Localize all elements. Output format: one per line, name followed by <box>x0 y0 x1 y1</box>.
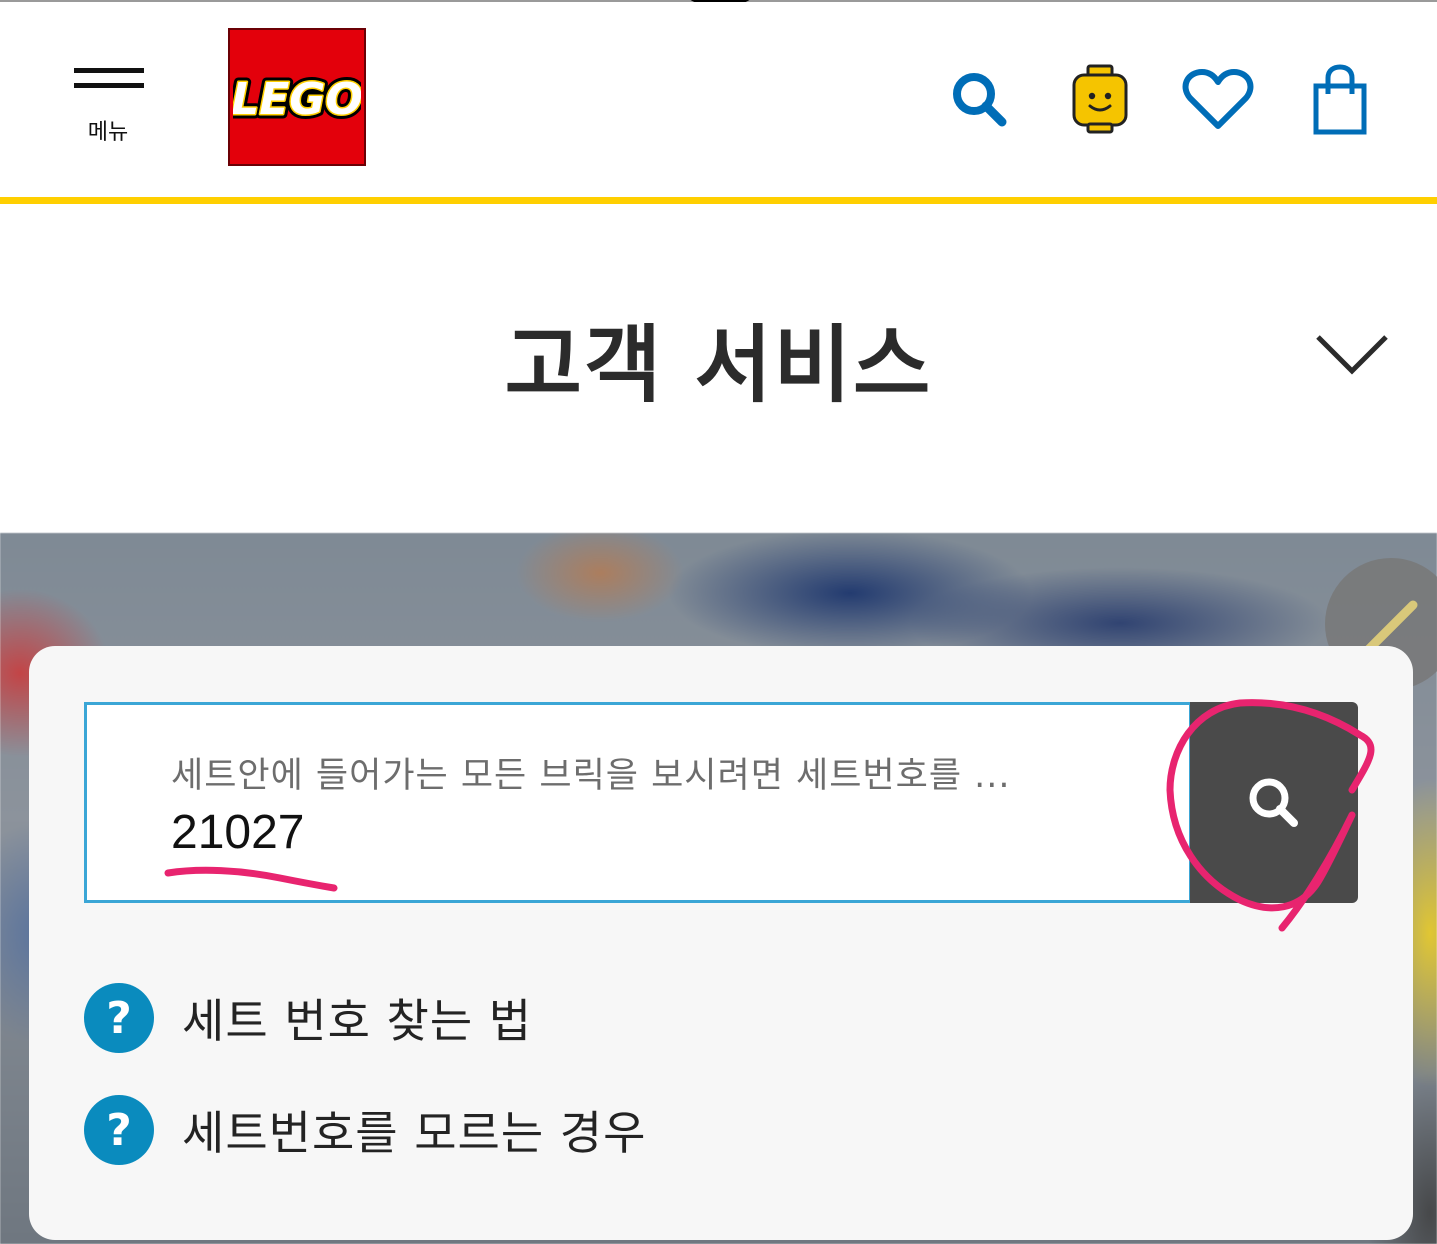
help-link-find-set-number[interactable]: ? 세트 번호 찾는 법 <box>84 982 532 1054</box>
help-link-label: 세트번호를 모르는 경우 <box>182 1106 647 1160</box>
menu-label: 메뉴 <box>87 120 129 145</box>
header-accent-bar <box>0 197 1437 204</box>
lego-logo-text-outline: LEGO <box>233 74 361 125</box>
wishlist-button[interactable] <box>1178 60 1258 140</box>
title-dropdown-toggle[interactable] <box>1310 325 1394 385</box>
search-submit-button[interactable] <box>1190 702 1358 903</box>
shopping-bag-icon <box>1313 64 1367 135</box>
hamburger-icon <box>74 68 144 73</box>
header-search-button[interactable] <box>940 60 1020 140</box>
hamburger-icon-line <box>74 83 144 88</box>
question-icon: ? <box>84 983 154 1053</box>
lego-logo-mark: LEGO LEGO <box>233 70 361 130</box>
vip-account-button[interactable] <box>1060 60 1140 140</box>
bag-button[interactable] <box>1300 60 1380 140</box>
search-input-value: 21027 <box>171 806 305 859</box>
search-placeholder: 세트안에 들어가는 모든 브릭을 보시려면 세트번호를 ... <box>171 756 1011 796</box>
page-title: 고객 서비스 <box>504 316 933 414</box>
menu-button[interactable]: 메뉴 <box>62 58 154 150</box>
vip-minifig-icon <box>1072 64 1128 134</box>
search-icon <box>1249 778 1298 827</box>
chevron-down-icon <box>1316 335 1388 375</box>
lego-logo[interactable]: LEGO LEGO <box>228 28 366 166</box>
help-link-unknown-set-number[interactable]: ? 세트번호를 모르는 경우 <box>84 1094 646 1166</box>
heart-icon <box>1182 69 1254 129</box>
search-icon <box>953 73 1007 127</box>
set-number-input[interactable]: 세트안에 들어가는 모든 브릭을 보시려면 세트번호를 ... 21027 <box>84 702 1192 903</box>
help-link-label: 세트 번호 찾는 법 <box>182 994 533 1048</box>
question-icon: ? <box>84 1095 154 1165</box>
